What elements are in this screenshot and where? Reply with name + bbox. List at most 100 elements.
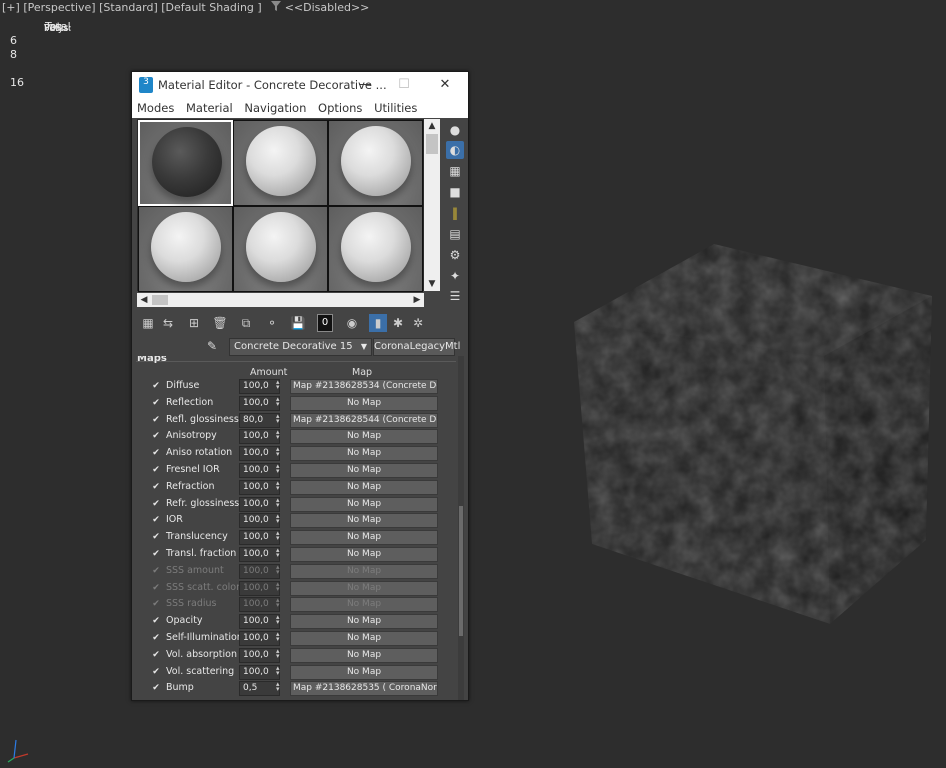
scroll-down-icon[interactable]: ▼ bbox=[424, 277, 440, 291]
map-enable-checkbox[interactable]: ✔ bbox=[151, 465, 161, 475]
map-amount-input[interactable]: 100,0 bbox=[239, 647, 280, 663]
close-button[interactable]: ✕ bbox=[432, 75, 458, 95]
map-amount-input[interactable]: 100,0 bbox=[239, 429, 280, 445]
material-id-channel-button[interactable]: 0 bbox=[317, 314, 333, 332]
viewport-view-label[interactable]: [Perspective] bbox=[23, 1, 95, 14]
map-enable-checkbox[interactable]: ✔ bbox=[151, 415, 161, 425]
map-enable-checkbox[interactable]: ✔ bbox=[151, 650, 161, 660]
map-enable-checkbox[interactable]: ✔ bbox=[151, 599, 161, 609]
material-type-button[interactable]: CoronaLegacyMtl bbox=[373, 338, 460, 356]
map-slot-button[interactable]: No Map bbox=[290, 513, 438, 529]
spinner-icon[interactable]: ▴ ▾ bbox=[276, 530, 280, 542]
scroll-right-icon[interactable]: ▶ bbox=[410, 293, 424, 307]
map-enable-checkbox[interactable]: ✔ bbox=[151, 667, 161, 677]
viewport-shading-label[interactable]: [Default Shading ] bbox=[161, 1, 261, 14]
map-slot-button[interactable]: No Map bbox=[290, 580, 438, 596]
map-slot-button[interactable]: No Map bbox=[290, 664, 438, 680]
map-amount-input[interactable]: 100,0 bbox=[239, 479, 280, 495]
spinner-icon[interactable]: ▴ ▾ bbox=[276, 647, 280, 659]
funnel-icon[interactable] bbox=[271, 1, 282, 14]
spinner-icon[interactable]: ▴ ▾ bbox=[276, 412, 280, 424]
options-icon[interactable]: ⚙ bbox=[446, 246, 464, 264]
map-slot-button[interactable]: No Map bbox=[290, 647, 438, 663]
map-slot-button[interactable]: No Map bbox=[290, 614, 438, 630]
menu-modes[interactable]: Modes bbox=[137, 98, 174, 118]
spinner-icon[interactable]: ▴ ▾ bbox=[276, 681, 280, 693]
map-enable-checkbox[interactable]: ✔ bbox=[151, 431, 161, 441]
map-enable-checkbox[interactable]: ✔ bbox=[151, 583, 161, 593]
map-amount-input[interactable]: 100,0 bbox=[239, 664, 280, 680]
material-map-navigator-icon[interactable]: ☰ bbox=[446, 287, 464, 305]
menu-material[interactable]: Material bbox=[186, 98, 233, 118]
sample-uv-tiling-icon[interactable]: ■ bbox=[446, 183, 464, 201]
map-amount-input[interactable]: 100,0 bbox=[239, 614, 280, 630]
map-amount-input[interactable]: 100,0 bbox=[239, 597, 280, 613]
scroll-up-icon[interactable]: ▲ bbox=[424, 119, 440, 133]
delete-icon[interactable]: 🗑 bbox=[211, 314, 229, 332]
sample-slot-5[interactable] bbox=[233, 206, 328, 292]
map-slot-button[interactable]: No Map bbox=[290, 395, 438, 411]
maps-rollout-title[interactable]: Maps bbox=[137, 356, 167, 364]
slots-vertical-scrollbar[interactable]: ▲ ▼ bbox=[424, 119, 440, 291]
map-enable-checkbox[interactable]: ✔ bbox=[151, 683, 161, 693]
spinner-icon[interactable]: ▴ ▾ bbox=[276, 614, 280, 626]
rollout-scrollbar[interactable] bbox=[458, 356, 464, 700]
menu-navigation[interactable]: Navigation bbox=[244, 98, 306, 118]
select-by-material-icon[interactable]: ✦ bbox=[446, 267, 464, 285]
spinner-icon[interactable]: ▴ ▾ bbox=[276, 462, 280, 474]
spinner-icon[interactable]: ▴ ▾ bbox=[276, 479, 280, 491]
map-enable-checkbox[interactable]: ✔ bbox=[151, 633, 161, 643]
map-enable-checkbox[interactable]: ✔ bbox=[151, 532, 161, 542]
map-slot-button[interactable]: No Map bbox=[290, 546, 438, 562]
map-amount-input[interactable]: 100,0 bbox=[239, 630, 280, 646]
spinner-icon[interactable]: ▴ ▾ bbox=[276, 496, 280, 508]
map-amount-input[interactable]: 0,5 bbox=[239, 681, 280, 697]
spinner-icon[interactable]: ▴ ▾ bbox=[276, 379, 280, 391]
map-enable-checkbox[interactable]: ✔ bbox=[151, 482, 161, 492]
map-amount-input[interactable]: 100,0 bbox=[239, 379, 280, 394]
scroll-left-icon[interactable]: ◀ bbox=[137, 293, 151, 307]
sample-slot-4[interactable] bbox=[138, 206, 233, 292]
background-checker-icon[interactable]: ▦ bbox=[446, 162, 464, 180]
put-to-library-icon[interactable]: 💾 bbox=[289, 314, 307, 332]
make-copy-icon[interactable]: ⧉ bbox=[237, 314, 255, 332]
material-editor-window[interactable]: 3 Material Editor - Concrete Decorative … bbox=[131, 71, 469, 701]
map-slot-button[interactable]: No Map bbox=[290, 429, 438, 445]
go-to-parent-icon[interactable]: ✱ bbox=[389, 314, 407, 332]
spinner-icon[interactable]: ▴ ▾ bbox=[276, 664, 280, 676]
map-slot-button[interactable]: No Map bbox=[290, 446, 438, 462]
spinner-icon[interactable]: ▴ ▾ bbox=[276, 580, 280, 592]
make-preview-icon[interactable]: ▤ bbox=[446, 225, 464, 243]
spinner-icon[interactable]: ▴ ▾ bbox=[276, 546, 280, 558]
map-enable-checkbox[interactable]: ✔ bbox=[151, 398, 161, 408]
viewport-mode-label[interactable]: [Standard] bbox=[99, 1, 158, 14]
slots-horizontal-scrollbar[interactable]: ◀ ▶ bbox=[137, 293, 424, 307]
map-amount-input[interactable]: 100,0 bbox=[239, 580, 280, 596]
map-amount-input[interactable]: 100,0 bbox=[239, 563, 280, 579]
map-enable-checkbox[interactable]: ✔ bbox=[151, 515, 161, 525]
map-slot-button[interactable]: No Map bbox=[290, 462, 438, 478]
get-material-icon[interactable]: ▦ bbox=[139, 314, 157, 332]
menu-utilities[interactable]: Utilities bbox=[374, 98, 417, 118]
map-amount-input[interactable]: 100,0 bbox=[239, 546, 280, 562]
scroll-thumb[interactable] bbox=[459, 506, 463, 636]
make-unique-icon[interactable]: ⚬ bbox=[263, 314, 281, 332]
concrete-cube[interactable] bbox=[574, 244, 934, 624]
video-color-check-icon[interactable]: ‖ bbox=[446, 204, 464, 222]
spinner-icon[interactable]: ▴ ▾ bbox=[276, 395, 280, 407]
eyedropper-icon[interactable]: ✎ bbox=[207, 339, 223, 355]
viewport-plus-menu[interactable]: [+] bbox=[2, 1, 20, 14]
backlight-icon[interactable]: ◐ bbox=[446, 141, 464, 159]
scroll-thumb[interactable] bbox=[152, 295, 168, 305]
map-enable-checkbox[interactable]: ✔ bbox=[151, 381, 161, 391]
put-to-scene-icon[interactable]: ⇆ bbox=[159, 314, 177, 332]
map-amount-input[interactable]: 100,0 bbox=[239, 530, 280, 546]
sample-type-icon[interactable]: ● bbox=[446, 121, 464, 139]
spinner-icon[interactable]: ▴ ▾ bbox=[276, 513, 280, 525]
map-enable-checkbox[interactable]: ✔ bbox=[151, 499, 161, 509]
spinner-icon[interactable]: ▴ ▾ bbox=[276, 630, 280, 642]
maximize-button[interactable]: ☐ bbox=[391, 75, 417, 95]
spinner-icon[interactable]: ▴ ▾ bbox=[276, 429, 280, 441]
show-shaded-material-icon[interactable]: ◉ bbox=[343, 314, 361, 332]
map-slot-button[interactable]: Map #2138628535 ( CoronaNormal bbox=[290, 681, 438, 697]
